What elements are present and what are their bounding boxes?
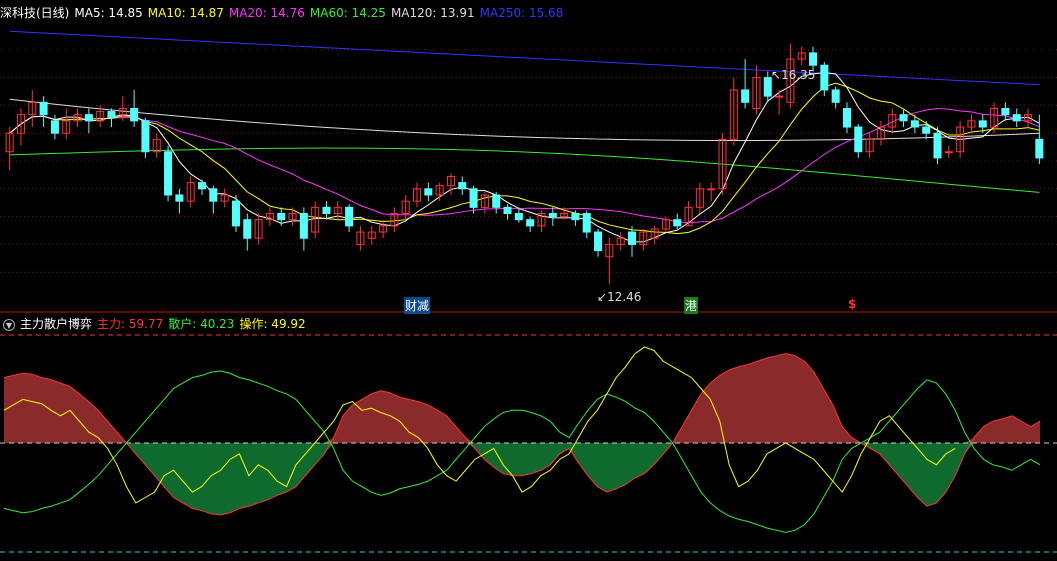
main-force-line [3,353,1041,516]
candle-body [673,219,682,227]
candle-body [231,200,240,227]
main-force-positive-area [4,353,1040,443]
event-hk-text: 港 [685,299,698,313]
candle-body [130,107,139,122]
candle-body [809,52,818,66]
candle-body [492,194,501,208]
candle-body [469,188,478,208]
candle-body [39,101,48,116]
candle-body [141,120,150,153]
high-price-value: 16.35 [781,68,816,82]
candle-body [107,111,116,119]
candle-body [1012,114,1021,122]
candle-body [548,213,557,218]
candle-body [526,219,535,227]
candle-body [198,182,207,190]
candle-body [345,206,354,227]
event-marker-hk[interactable]: 港 [684,297,699,314]
candle-body [458,182,467,190]
candle-body [424,188,433,196]
ma-label-4: MA120: 13.91 [390,6,475,20]
low-price-label: ↙12.46 [597,290,642,304]
candle-body [503,206,512,215]
ma-label-5: MA250: 15.68 [479,6,564,20]
indicator-legend: ▼ 主力散户博弈 主力: 59.77 散户: 40.23 操作: 49.92 [0,314,316,334]
ma-label-2: MA20: 14.76 [228,6,305,20]
candle-body [594,231,603,252]
candle-body [933,132,942,159]
candle-body [582,213,591,233]
collapse-toggle-icon[interactable]: ▼ [3,319,15,331]
ma-label-1: MA10: 14.87 [147,6,224,20]
ma250-line [9,30,1040,86]
indicator-value-2: 操作: 49.92 [239,317,306,331]
candle-body [922,126,931,134]
candle-body [299,213,308,239]
candle-body [209,188,218,202]
low-price-value: 12.46 [607,290,642,304]
candle-body [1001,107,1010,116]
candle-body [978,120,987,128]
candle-body [175,194,184,202]
candle-body [84,114,93,122]
main-chart-title: 深科技(日线) [0,6,70,20]
candle-body [1035,138,1044,159]
candle-body [944,151,953,154]
candle-body [775,95,784,98]
candle-body [910,120,919,128]
candle-body [322,206,331,215]
candle-body [707,188,716,191]
high-price-label: ↖16.35 [771,68,816,82]
candle-body [571,213,580,221]
indicator-title: 主力散户博弈 [20,317,93,331]
event-finance-reduce-text: 财减 [405,299,430,313]
event-marker-dollar[interactable]: $ [848,297,856,311]
event-dollar-text: $ [848,297,857,311]
ma-label-3: MA60: 14.25 [309,6,386,20]
main-force-negative-area [4,443,1040,515]
candle-body [243,219,252,239]
candle-body [627,231,637,245]
chart-canvas[interactable] [0,0,1057,561]
candle-body [277,213,286,221]
candle-body [50,120,59,134]
candle-body [854,126,863,153]
indicator-value-1: 散户: 40.23 [168,317,235,331]
candle-body [741,89,750,103]
main-chart-legend: 深科技(日线) MA5: 14.85 MA10: 14.87 MA20: 14.76 M… [0,3,573,23]
candle-body [820,64,829,91]
candle-body [842,107,851,128]
candle-body [899,114,908,122]
candle-body [164,151,173,196]
candle-body [831,89,840,103]
ma-label-0: MA5: 14.85 [74,6,143,20]
candle-body [514,213,523,221]
indicator-value-0: 主力: 59.77 [97,317,164,331]
event-marker-finance-reduce[interactable]: 财减 [404,297,431,314]
